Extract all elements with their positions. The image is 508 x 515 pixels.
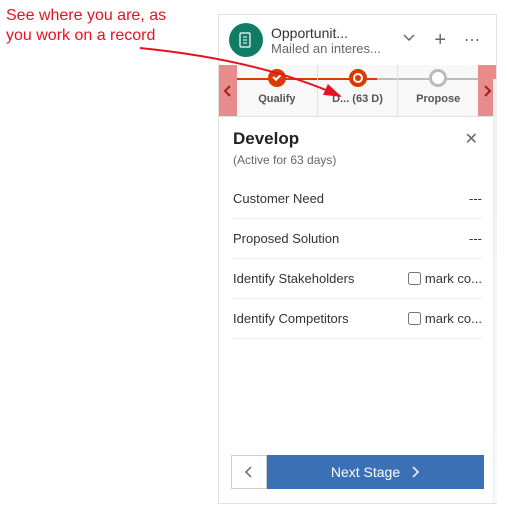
field-label: Proposed Solution — [233, 231, 459, 246]
field-value: --- — [469, 231, 482, 246]
field-proposed-solution[interactable]: Proposed Solution --- — [233, 219, 482, 259]
scrollbar[interactable] — [493, 79, 497, 503]
stage-dot-current-icon — [349, 69, 367, 87]
panel-title: Develop — [233, 129, 299, 149]
field-label: Identify Stakeholders — [233, 271, 398, 286]
record-type-icon — [229, 23, 263, 57]
close-panel-button[interactable]: ✕ — [461, 127, 482, 151]
checkbox-input[interactable] — [408, 312, 421, 325]
field-checkbox[interactable]: mark co... — [408, 311, 482, 326]
panel-subtitle: (Active for 63 days) — [233, 153, 482, 167]
stage-propose[interactable]: Propose — [398, 65, 478, 116]
field-label: Customer Need — [233, 191, 459, 206]
field-customer-need[interactable]: Customer Need --- — [233, 179, 482, 219]
stage-qualify[interactable]: Qualify — [237, 65, 318, 116]
stage-label: D... (63 D) — [332, 93, 383, 105]
field-identify-competitors[interactable]: Identify Competitors mark co... — [233, 299, 482, 339]
card-header: Opportunit... Mailed an interes... + ⋯ — [219, 15, 496, 65]
stage-track: Qualify D... (63 D) Propose — [237, 65, 478, 116]
stage-label: Qualify — [258, 93, 295, 105]
checkbox-input[interactable] — [408, 272, 421, 285]
field-label: Identify Competitors — [233, 311, 398, 326]
more-menu-button[interactable]: ⋯ — [460, 30, 486, 50]
chevron-right-icon — [410, 466, 420, 478]
record-title: Opportunit... — [271, 25, 390, 41]
record-card: Opportunit... Mailed an interes... + ⋯ Q… — [218, 14, 497, 504]
checkbox-label: mark co... — [425, 271, 482, 286]
stage-panel: Develop ✕ (Active for 63 days) Customer … — [219, 117, 496, 445]
stage-develop[interactable]: D... (63 D) — [318, 65, 399, 116]
stage-bar: Qualify D... (63 D) Propose — [219, 65, 496, 117]
record-subtitle: Mailed an interes... — [271, 41, 390, 56]
annotation-line1: See where you are, as — [6, 7, 166, 24]
header-text: Opportunit... Mailed an interes... — [271, 25, 390, 56]
field-identify-stakeholders[interactable]: Identify Stakeholders mark co... — [233, 259, 482, 299]
next-stage-label: Next Stage — [331, 464, 400, 480]
prev-stage-button[interactable] — [231, 455, 267, 489]
field-value: --- — [469, 191, 482, 206]
expand-header-button[interactable] — [398, 29, 420, 52]
stage-dot-future-icon — [429, 69, 447, 87]
stage-dot-done-icon — [268, 69, 286, 87]
field-checkbox[interactable]: mark co... — [408, 271, 482, 286]
annotation-callout: See where you are, as you work on a reco… — [6, 6, 166, 46]
panel-footer: Next Stage — [219, 445, 496, 503]
stage-prev-button[interactable] — [219, 65, 237, 116]
next-stage-button[interactable]: Next Stage — [267, 455, 484, 489]
add-button[interactable]: + — [428, 29, 452, 52]
checkbox-label: mark co... — [425, 311, 482, 326]
annotation-line2: you work on a record — [6, 27, 155, 44]
stage-label: Propose — [416, 93, 460, 105]
